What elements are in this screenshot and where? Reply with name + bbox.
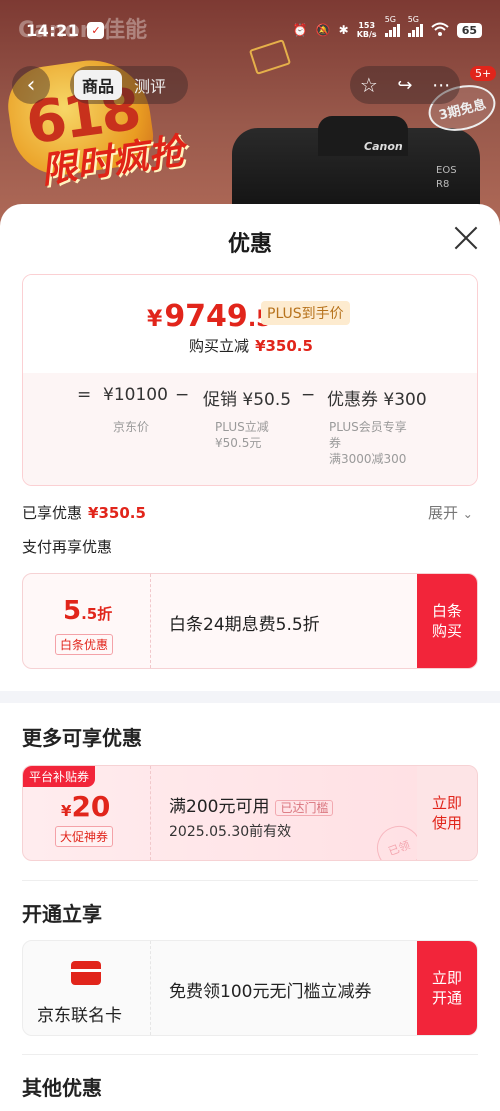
divider-line <box>22 880 478 881</box>
camera-model-line2: R8 <box>436 179 450 190</box>
coupon-info: 满200元可用 已达门槛 2025.05.30前有效 <box>169 792 334 841</box>
alarm-icon: ⏰ <box>292 23 308 37</box>
formula-row: = ¥10100 − 促销 ¥50.5 − 优惠券 ¥300 <box>23 385 477 411</box>
price-card: ¥ 9749 .5 PLUS到手价 购买立减 ¥350.5 = ¥10100 − … <box>22 274 478 486</box>
credit-card-icon <box>71 961 101 985</box>
tab-review[interactable]: 测评 <box>126 70 174 100</box>
price-currency: ¥ <box>147 307 163 332</box>
plus-price-tag: PLUS到手价 <box>261 301 350 325</box>
baitiao-buy-button[interactable]: 白条购买 <box>417 574 477 668</box>
enjoyed-discount: 已享优惠 ¥350.5 <box>22 502 146 523</box>
discount-main: 5 <box>63 596 82 626</box>
product-nav-bar: ‹ 商品 测评 ☆ ↪ ⋯ 5+ <box>0 66 500 110</box>
promo-label-line: PLUS立减 <box>215 420 269 434</box>
enjoyed-label: 已享优惠 <box>22 504 83 522</box>
status-bar: 14:21 ✓ ⏰ 🔕 ✱ 153 KB/s 5G 5G 65 <box>0 0 500 60</box>
coupon-condition: 满200元可用 <box>169 797 270 817</box>
camera-model-text: EOS R8 <box>436 164 457 192</box>
cart-count-badge: 5+ <box>470 66 497 81</box>
coupon-amount: 优惠券 ¥300 <box>327 390 427 410</box>
jd-card-name: 京东联名卡 <box>37 1006 122 1026</box>
jd-card-offer: 京东联名卡 免费领100元无门槛立减券 立即开通 <box>22 940 478 1036</box>
status-time: 14:21 <box>26 20 80 40</box>
coupon-tag: 大促神券 <box>55 826 114 847</box>
buy-reduce-value: ¥350.5 <box>255 337 313 355</box>
nav-actions: ☆ ↪ ⋯ <box>350 66 460 104</box>
coupon-label: PLUS会员专享 券 满3000减300 <box>329 419 407 467</box>
net-speed-unit: KB/s <box>356 30 377 39</box>
price-summary: ¥ 9749 .5 PLUS到手价 购买立减 ¥350.5 <box>23 275 477 373</box>
more-discounts-title: 更多可享优惠 <box>22 726 142 750</box>
coupon-label-line: PLUS会员专享 <box>329 420 407 434</box>
buy-reduce-label: 购买立减 <box>189 337 250 355</box>
open-card-button[interactable]: 立即开通 <box>417 941 477 1035</box>
back-button[interactable]: ‹ <box>12 66 50 104</box>
promo-label-line: ¥50.5元 <box>215 436 262 450</box>
jd-price: ¥10100 <box>103 385 168 405</box>
coupon-label-line: 券 <box>329 436 342 450</box>
section-divider <box>0 691 500 703</box>
net-speed-value: 153 <box>358 21 376 30</box>
camera-model-line1: EOS <box>436 165 457 176</box>
chevron-down-icon: ⌄ <box>462 507 473 521</box>
final-price: ¥ 9749 .5 <box>147 299 271 334</box>
platform-coupon-flag: 平台补贴券 <box>23 766 96 787</box>
product-tabs: 商品 测评 <box>70 66 188 104</box>
promo-label: PLUS立减 ¥50.5元 <box>215 419 269 451</box>
enjoyed-value: ¥350.5 <box>88 504 146 522</box>
signal-icon: 5G <box>384 15 400 37</box>
coupon-amount-big: ¥20 <box>61 790 110 823</box>
promo-amount: 促销 ¥50.5 <box>203 390 292 410</box>
coupon-left: 京东联名卡 <box>23 941 151 1035</box>
close-icon[interactable] <box>452 224 480 252</box>
more-icon[interactable]: ⋯ <box>432 75 450 96</box>
coupon-validity: 2025.05.30前有效 <box>169 824 292 840</box>
use-coupon-button[interactable]: 立即使用 <box>417 766 477 860</box>
app-notification-icon: ✓ <box>87 21 105 39</box>
baitiao-desc: 白条24期息费5.5折 <box>169 615 320 635</box>
pay-again-title: 支付再享优惠 <box>22 538 113 556</box>
signal-label: 5G <box>407 15 419 24</box>
jd-price-label: 京东价 <box>113 420 150 434</box>
equals-sign: = <box>77 385 92 405</box>
coupon-value: 20 <box>71 790 111 823</box>
jd-card-desc: 免费领100元无门槛立减券 <box>169 982 372 1002</box>
net-speed: 153 KB/s <box>357 21 377 39</box>
coupon-label-line: 满3000减300 <box>329 452 407 466</box>
open-enjoy-title: 开通立享 <box>22 902 102 926</box>
status-icons: ⏰ 🔕 ✱ 153 KB/s 5G 5G 65 <box>292 15 482 39</box>
divider-line <box>22 1054 478 1055</box>
baitiao-coupon: 5.5折 白条优惠 白条24期息费5.5折 白条购买 <box>22 573 478 669</box>
price-formula: = ¥10100 − 促销 ¥50.5 − 优惠券 ¥300 京东价 PLUS立… <box>23 373 477 485</box>
minus-sign: − <box>301 385 316 405</box>
baitiao-discount: 5.5折 <box>63 596 112 626</box>
expand-label: 展开 <box>428 504 459 522</box>
tab-product[interactable]: 商品 <box>74 70 123 100</box>
other-discounts-title: 其他优惠 <box>22 1076 102 1100</box>
mute-icon: 🔕 <box>315 23 331 37</box>
coupon-left: 5.5折 白条优惠 <box>23 574 151 668</box>
minus-sign: − <box>175 385 190 405</box>
expand-button[interactable]: 展开 ⌄ <box>428 502 473 523</box>
wifi-icon <box>431 22 449 39</box>
battery-indicator: 65 <box>456 22 482 38</box>
threshold-tag: 已达门槛 <box>275 799 334 816</box>
price-integer: 9749 <box>164 299 248 334</box>
coupon-left: 平台补贴券 ¥20 大促神券 <box>23 766 151 860</box>
signal-icon: 5G <box>407 15 423 37</box>
coupon-currency: ¥ <box>61 802 72 820</box>
bluetooth-icon: ✱ <box>338 23 349 37</box>
chevron-left-icon: ‹ <box>26 72 36 98</box>
buy-reduce: 购买立减 ¥350.5 <box>23 335 477 356</box>
discount-sheet: 优惠 ¥ 9749 .5 PLUS到手价 购买立减 ¥350.5 = ¥10100… <box>0 204 500 1111</box>
camera-logo-text: Canon <box>364 140 403 153</box>
share-icon[interactable]: ↪ <box>397 75 412 96</box>
platform-coupon: 平台补贴券 ¥20 大促神券 满200元可用 已达门槛 2025.05.30前有效… <box>22 765 478 861</box>
sheet-title: 优惠 <box>227 232 272 257</box>
signal-label: 5G <box>384 15 396 24</box>
discount-sub: .5折 <box>81 605 113 623</box>
baitiao-tag: 白条优惠 <box>55 634 114 655</box>
star-icon[interactable]: ☆ <box>360 73 378 97</box>
